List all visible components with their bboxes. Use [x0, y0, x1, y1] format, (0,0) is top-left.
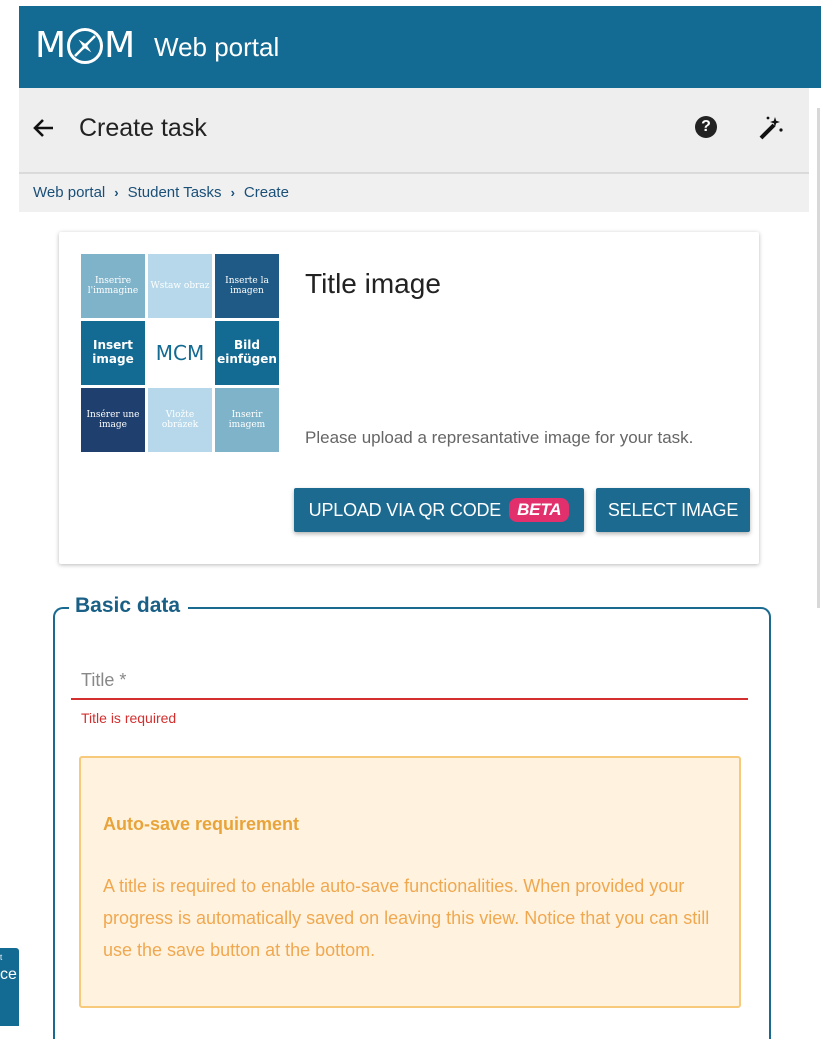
warning-title: Auto-save requirement [103, 814, 300, 834]
chevron-right-icon: › [114, 185, 119, 200]
breadcrumb-item-student-tasks[interactable]: Student Tasks [128, 184, 222, 201]
preview-tile: Inserire l'immagine [81, 254, 145, 318]
title-image-preview: Inserire l'immagine Wstaw obraz Inserte la… [81, 254, 279, 452]
preview-tile: Insérer une image [81, 388, 145, 452]
back-arrow-icon[interactable] [31, 114, 59, 142]
question-circle-icon[interactable]: ? [695, 116, 717, 138]
preview-tile: Inserir imagem [215, 388, 279, 452]
magic-wand-icon[interactable] [757, 114, 785, 142]
content-area: Inserire l'immagine Wstaw obraz Inserte la… [19, 212, 809, 1039]
scrollbar-thumb[interactable] [817, 108, 820, 608]
basic-data-legend: Basic data [69, 594, 189, 618]
upload-via-qr-label: UPLOAD VIA QR CODE [308, 499, 502, 520]
title-error-message: Title is required [81, 710, 177, 726]
app-title: Web portal [154, 32, 280, 62]
mcm-logo[interactable]: M M [35, 22, 135, 70]
chevron-right-icon: › [230, 185, 235, 200]
warning-body: A title is required to enable auto-save … [103, 876, 710, 960]
logo-letter-right: M [104, 25, 136, 66]
preview-tile: Wstaw obraz [148, 254, 212, 318]
breadcrumb-item-create: Create [243, 184, 289, 201]
upload-via-qr-button[interactable]: UPLOAD VIA QR CODE BETA [294, 488, 584, 532]
side-panel-fragment[interactable]: t ce [0, 948, 19, 1026]
scrollbar[interactable] [809, 88, 821, 1026]
fragment-small-text: t [0, 953, 3, 962]
title-input[interactable] [71, 662, 748, 700]
beta-badge: BETA [509, 498, 570, 522]
title-image-hint: Please upload a represantative image for… [305, 428, 694, 447]
preview-tile: Inserte la imagen [215, 254, 279, 318]
preview-tile: Vložte obrázek [148, 388, 212, 452]
preview-tile: Bild einfügen [215, 321, 279, 385]
breadcrumb: Web portal › Student Tasks › Create [33, 184, 289, 201]
breadcrumb-item-web-portal[interactable]: Web portal [33, 184, 105, 201]
page-toolbar: Create task ? [19, 88, 809, 174]
app-bar: M M Web portal [19, 6, 821, 88]
preview-tile: Insert image [81, 321, 145, 385]
compass-icon [67, 28, 104, 64]
select-image-button[interactable]: SELECT IMAGE [596, 488, 750, 532]
fragment-text: ce [0, 966, 17, 983]
page: Create task ? Web portal › Student Tasks… [19, 88, 809, 1039]
title-image-heading: Title image [305, 268, 441, 299]
preview-tile: MCM [148, 321, 212, 385]
auto-save-warning: Auto-save requirement A title is require… [79, 756, 741, 1008]
page-title: Create task [79, 114, 207, 142]
title-image-card: Inserire l'immagine Wstaw obraz Inserte la… [59, 232, 759, 564]
logo-letter-left: M [35, 25, 67, 66]
